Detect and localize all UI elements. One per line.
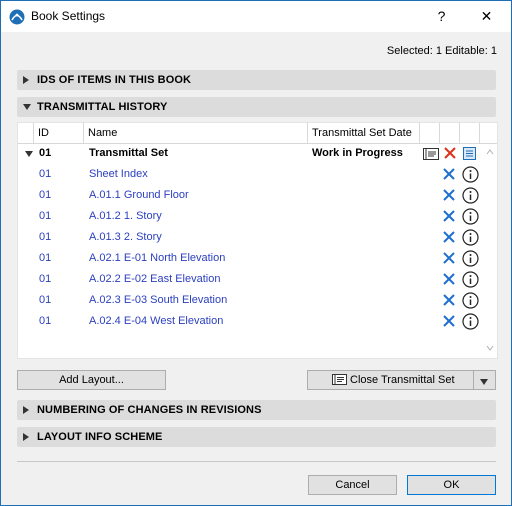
remove-icon[interactable]	[442, 188, 456, 202]
remove-icon[interactable]	[442, 230, 456, 244]
row-name: A.02.4 E-04 West Elevation	[89, 315, 224, 327]
section-numbering-changes[interactable]: NUMBERING OF CHANGES IN REVISIONS	[17, 400, 496, 420]
close-transmittal-label: Close Transmittal Set	[350, 374, 455, 386]
add-layout-button[interactable]: Add Layout...	[17, 370, 166, 390]
table-scrollbar[interactable]	[483, 143, 497, 358]
transmittal-table: ID Name Transmittal Set Date 01 Transmit…	[17, 122, 498, 359]
close-button[interactable]: ✕	[464, 1, 509, 32]
info-icon[interactable]	[462, 313, 479, 330]
column-header-name[interactable]: Name	[84, 123, 308, 143]
scroll-up-icon[interactable]	[486, 149, 494, 155]
cancel-button[interactable]: Cancel	[308, 475, 397, 495]
group-collapse-icon[interactable]	[25, 151, 33, 157]
ok-button[interactable]: OK	[407, 475, 496, 495]
column-header-date[interactable]: Transmittal Set Date	[308, 123, 420, 143]
footer-separator	[17, 461, 496, 462]
section-label: NUMBERING OF CHANGES IN REVISIONS	[37, 404, 262, 416]
row-id: 01	[39, 273, 52, 285]
row-id: 01	[39, 252, 52, 264]
group-name: Transmittal Set	[89, 147, 168, 159]
remove-icon[interactable]	[442, 167, 456, 181]
info-icon[interactable]	[462, 187, 479, 204]
row-name: A.01.3 2. Story	[89, 231, 162, 243]
transmittal-set-row[interactable]: 01 Transmittal Set Work in Progress	[18, 143, 480, 164]
column-header-icon1	[420, 123, 440, 143]
split-divider	[473, 371, 474, 389]
remove-icon[interactable]	[442, 209, 456, 223]
info-icon[interactable]	[462, 250, 479, 267]
close-transmittal-icon[interactable]	[423, 148, 439, 160]
table-row[interactable]: 01 A.02.1 E-01 North Elevation	[18, 248, 480, 269]
table-row[interactable]: 01 Sheet Index	[18, 164, 480, 185]
collapse-arrow-icon	[23, 104, 31, 110]
row-id: 01	[39, 168, 52, 180]
archicad-app-icon	[9, 9, 25, 25]
group-id: 01	[39, 147, 52, 159]
section-label: IDS OF ITEMS IN THIS BOOK	[37, 74, 192, 86]
delete-red-icon[interactable]	[443, 146, 457, 160]
row-id: 01	[39, 294, 52, 306]
info-icon[interactable]	[462, 271, 479, 288]
expand-arrow-icon	[23, 76, 29, 84]
column-header-icon2	[440, 123, 460, 143]
details-icon[interactable]	[463, 147, 476, 160]
table-row[interactable]: 01 A.01.3 2. Story	[18, 227, 480, 248]
table-header: ID Name Transmittal Set Date	[18, 123, 497, 144]
info-icon[interactable]	[462, 292, 479, 309]
remove-icon[interactable]	[442, 293, 456, 307]
title-bar: Book Settings ? ✕	[1, 1, 511, 32]
table-row[interactable]: 01 A.01.1 Ground Floor	[18, 185, 480, 206]
expand-arrow-icon	[23, 406, 29, 414]
section-transmittal-history[interactable]: TRANSMITTAL HISTORY	[17, 97, 496, 117]
transmittal-icon	[332, 374, 347, 385]
section-label: LAYOUT INFO SCHEME	[37, 431, 163, 443]
row-id: 01	[39, 189, 52, 201]
close-transmittal-set-button[interactable]: Close Transmittal Set	[307, 370, 496, 390]
table-row[interactable]: 01 A.01.2 1. Story	[18, 206, 480, 227]
header-spacer	[18, 123, 34, 143]
group-date: Work in Progress	[312, 147, 403, 159]
info-icon[interactable]	[462, 166, 479, 183]
row-id: 01	[39, 315, 52, 327]
remove-icon[interactable]	[442, 314, 456, 328]
info-icon[interactable]	[462, 208, 479, 225]
row-name: A.02.2 E-02 East Elevation	[89, 273, 221, 285]
column-header-id[interactable]: ID	[34, 123, 84, 143]
help-button[interactable]: ?	[419, 1, 464, 32]
row-name: Sheet Index	[89, 168, 148, 180]
window-title: Book Settings	[31, 9, 106, 23]
table-row[interactable]: 01 A.02.3 E-03 South Elevation	[18, 290, 480, 311]
info-icon[interactable]	[462, 229, 479, 246]
row-name: A.01.2 1. Story	[89, 210, 162, 222]
row-name: A.02.3 E-03 South Elevation	[89, 294, 228, 306]
remove-icon[interactable]	[442, 251, 456, 265]
section-layout-info-scheme[interactable]: LAYOUT INFO SCHEME	[17, 427, 496, 447]
row-name: A.01.1 Ground Floor	[89, 189, 189, 201]
remove-icon[interactable]	[442, 272, 456, 286]
book-settings-dialog: Book Settings ? ✕ Selected: 1 Editable: …	[0, 0, 512, 506]
scroll-down-icon[interactable]	[486, 345, 494, 351]
selection-status: Selected: 1 Editable: 1	[386, 45, 497, 57]
row-id: 01	[39, 210, 52, 222]
table-row[interactable]: 01 A.02.2 E-02 East Elevation	[18, 269, 480, 290]
expand-arrow-icon	[23, 433, 29, 441]
column-header-icon3	[460, 123, 480, 143]
dropdown-arrow-icon[interactable]	[480, 379, 488, 385]
section-label: TRANSMITTAL HISTORY	[37, 101, 168, 113]
row-name: A.02.1 E-01 North Elevation	[89, 252, 226, 264]
section-ids-of-items[interactable]: IDS OF ITEMS IN THIS BOOK	[17, 70, 496, 90]
row-id: 01	[39, 231, 52, 243]
table-row[interactable]: 01 A.02.4 E-04 West Elevation	[18, 311, 480, 332]
